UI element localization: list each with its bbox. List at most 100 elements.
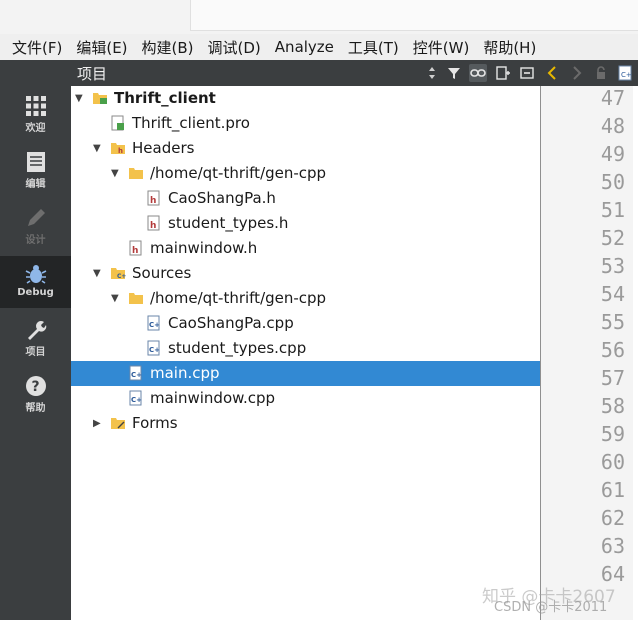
tree-item[interactable]: h student_types.h	[71, 211, 540, 236]
tree-item-label: mainwindow.h	[150, 239, 258, 257]
code-area-edge	[633, 86, 638, 620]
svg-text:C+: C+	[149, 346, 160, 354]
tree-item[interactable]: h CaoShangPa.h	[71, 186, 540, 211]
mode-label: 帮助	[25, 403, 46, 414]
svg-text:h: h	[150, 196, 156, 206]
cpp-file-icon[interactable]: C+	[616, 64, 634, 82]
line-number: 47	[600, 86, 625, 110]
pro-file-icon	[111, 115, 124, 131]
collapse-arrow-icon[interactable]: ▼	[111, 161, 119, 186]
mode-selector-sidebar: 欢迎 编辑 设计 Debug 项目? 帮助	[0, 60, 71, 620]
svg-text:h: h	[118, 147, 123, 155]
menu-item[interactable]: 控件(W)	[413, 37, 470, 58]
split-icon[interactable]	[494, 64, 512, 82]
sort-icon[interactable]	[423, 64, 441, 82]
mode-button[interactable]: ? 帮助	[0, 368, 71, 420]
collapse-arrow-icon[interactable]: ▼	[111, 286, 119, 311]
mode-button[interactable]: Debug	[0, 256, 71, 308]
tree-item[interactable]: C+ CaoShangPa.cpp	[71, 311, 540, 336]
line-number: 52	[600, 226, 625, 250]
line-number: 60	[600, 450, 625, 474]
bug-icon	[25, 265, 46, 284]
forms-folder-icon	[111, 418, 125, 429]
pencil-icon	[27, 209, 45, 226]
link-icon[interactable]	[469, 64, 487, 82]
grid-icon	[25, 96, 46, 116]
menu-item[interactable]: 编辑(E)	[76, 37, 127, 58]
editor-toolbar: C+	[540, 60, 638, 86]
line-number-gutter: 47 48 49 50 51 52 53 54 55 56 57 58 59 60 61 62 63 64	[540, 86, 638, 620]
tree-item[interactable]: ▼ h Headers	[71, 136, 540, 161]
folder-icon	[129, 168, 143, 179]
mode-button[interactable]: 项目	[0, 312, 71, 364]
line-number: 59	[600, 422, 625, 446]
mode-label: 编辑	[25, 179, 46, 190]
svg-text:C+: C+	[149, 321, 160, 329]
close-pane-icon[interactable]	[518, 64, 536, 82]
tree-item[interactable]: ▼ /home/qt-thrift/gen-cpp	[71, 161, 540, 186]
document-icon	[26, 152, 45, 172]
tree-item[interactable]: C+ student_types.cpp	[71, 336, 540, 361]
tree-item-label: Sources	[132, 264, 192, 282]
cpp-file-icon: C+	[147, 315, 160, 331]
line-number: 63	[600, 534, 625, 558]
expand-arrow-icon[interactable]: ▶	[93, 411, 101, 436]
title-area	[190, 0, 638, 31]
mode-button[interactable]: 欢迎	[0, 88, 71, 140]
back-arrow-icon[interactable]	[544, 64, 562, 82]
tree-item-label: Thrift_client.pro	[132, 114, 250, 132]
wrench-icon	[27, 321, 46, 340]
menu-item[interactable]: 调试(D)	[208, 37, 261, 58]
csdn-watermark: CSDN @卡卡2011	[494, 600, 608, 615]
help-icon: ?	[25, 376, 46, 396]
line-number: 51	[600, 198, 625, 222]
line-number: 62	[600, 506, 625, 530]
line-number: 58	[600, 394, 625, 418]
tree-item-label: CaoShangPa.cpp	[168, 314, 294, 332]
menu-item[interactable]: Analyze	[275, 38, 334, 56]
tree-item[interactable]: ▶ Forms	[71, 411, 540, 436]
tree-item[interactable]: Thrift_client.pro	[71, 111, 540, 136]
line-number: 54	[600, 282, 625, 306]
window-title-strip	[0, 0, 638, 34]
menu-item[interactable]: 工具(T)	[348, 37, 399, 58]
tree-item[interactable]: ▼ C+ Sources	[71, 261, 540, 286]
mode-label: 欢迎	[25, 123, 46, 134]
filter-icon[interactable]	[445, 64, 463, 82]
collapse-arrow-icon[interactable]: ▼	[93, 136, 101, 161]
line-number: 48	[600, 114, 625, 138]
header-file-icon: h	[129, 240, 142, 256]
tree-item-label: Headers	[132, 139, 195, 157]
tree-item[interactable]: C+ mainwindow.cpp	[71, 386, 540, 411]
sources-folder-icon: C+	[111, 268, 126, 280]
collapse-arrow-icon[interactable]: ▼	[93, 261, 101, 286]
mode-button[interactable]: 编辑	[0, 144, 71, 196]
tree-item[interactable]: ▼ Thrift_client	[71, 86, 540, 111]
tree-item[interactable]: ▼ /home/qt-thrift/gen-cpp	[71, 286, 540, 311]
collapse-arrow-icon[interactable]: ▼	[75, 86, 83, 111]
svg-text:C+: C+	[131, 371, 142, 379]
project-folder-icon	[93, 93, 107, 104]
line-number: 53	[600, 254, 625, 278]
lock-icon[interactable]	[592, 64, 610, 82]
cpp-file-icon: C+	[129, 390, 142, 406]
menu-item[interactable]: 构建(B)	[142, 37, 194, 58]
svg-text:?: ?	[31, 379, 39, 395]
menu-bar: 文件(F) 编辑(E) 构建(B) 调试(D) Analyze 工具(T) 控件(W) 帮助(…	[0, 34, 638, 61]
line-number: 49	[600, 142, 625, 166]
tree-item[interactable]: C+ main.cpp	[71, 361, 540, 386]
mode-button[interactable]: 设计	[0, 200, 71, 252]
project-tree: ▼ Thrift_client Thrift_client.pro ▼ h Headers…	[71, 86, 541, 620]
header-file-icon: h	[147, 215, 160, 231]
tree-item[interactable]: h mainwindow.h	[71, 236, 540, 261]
tree-item-label: /home/qt-thrift/gen-cpp	[150, 164, 327, 182]
line-number: 61	[600, 478, 625, 502]
mode-label: 项目	[25, 347, 46, 358]
tree-item-label: mainwindow.cpp	[150, 389, 276, 407]
line-number: 55	[600, 310, 625, 334]
tree-item-label: Forms	[132, 414, 178, 432]
forward-arrow-icon[interactable]	[567, 64, 585, 82]
menu-item[interactable]: 文件(F)	[12, 37, 62, 58]
line-number: 57	[600, 366, 625, 390]
menu-item[interactable]: 帮助(H)	[483, 37, 536, 58]
